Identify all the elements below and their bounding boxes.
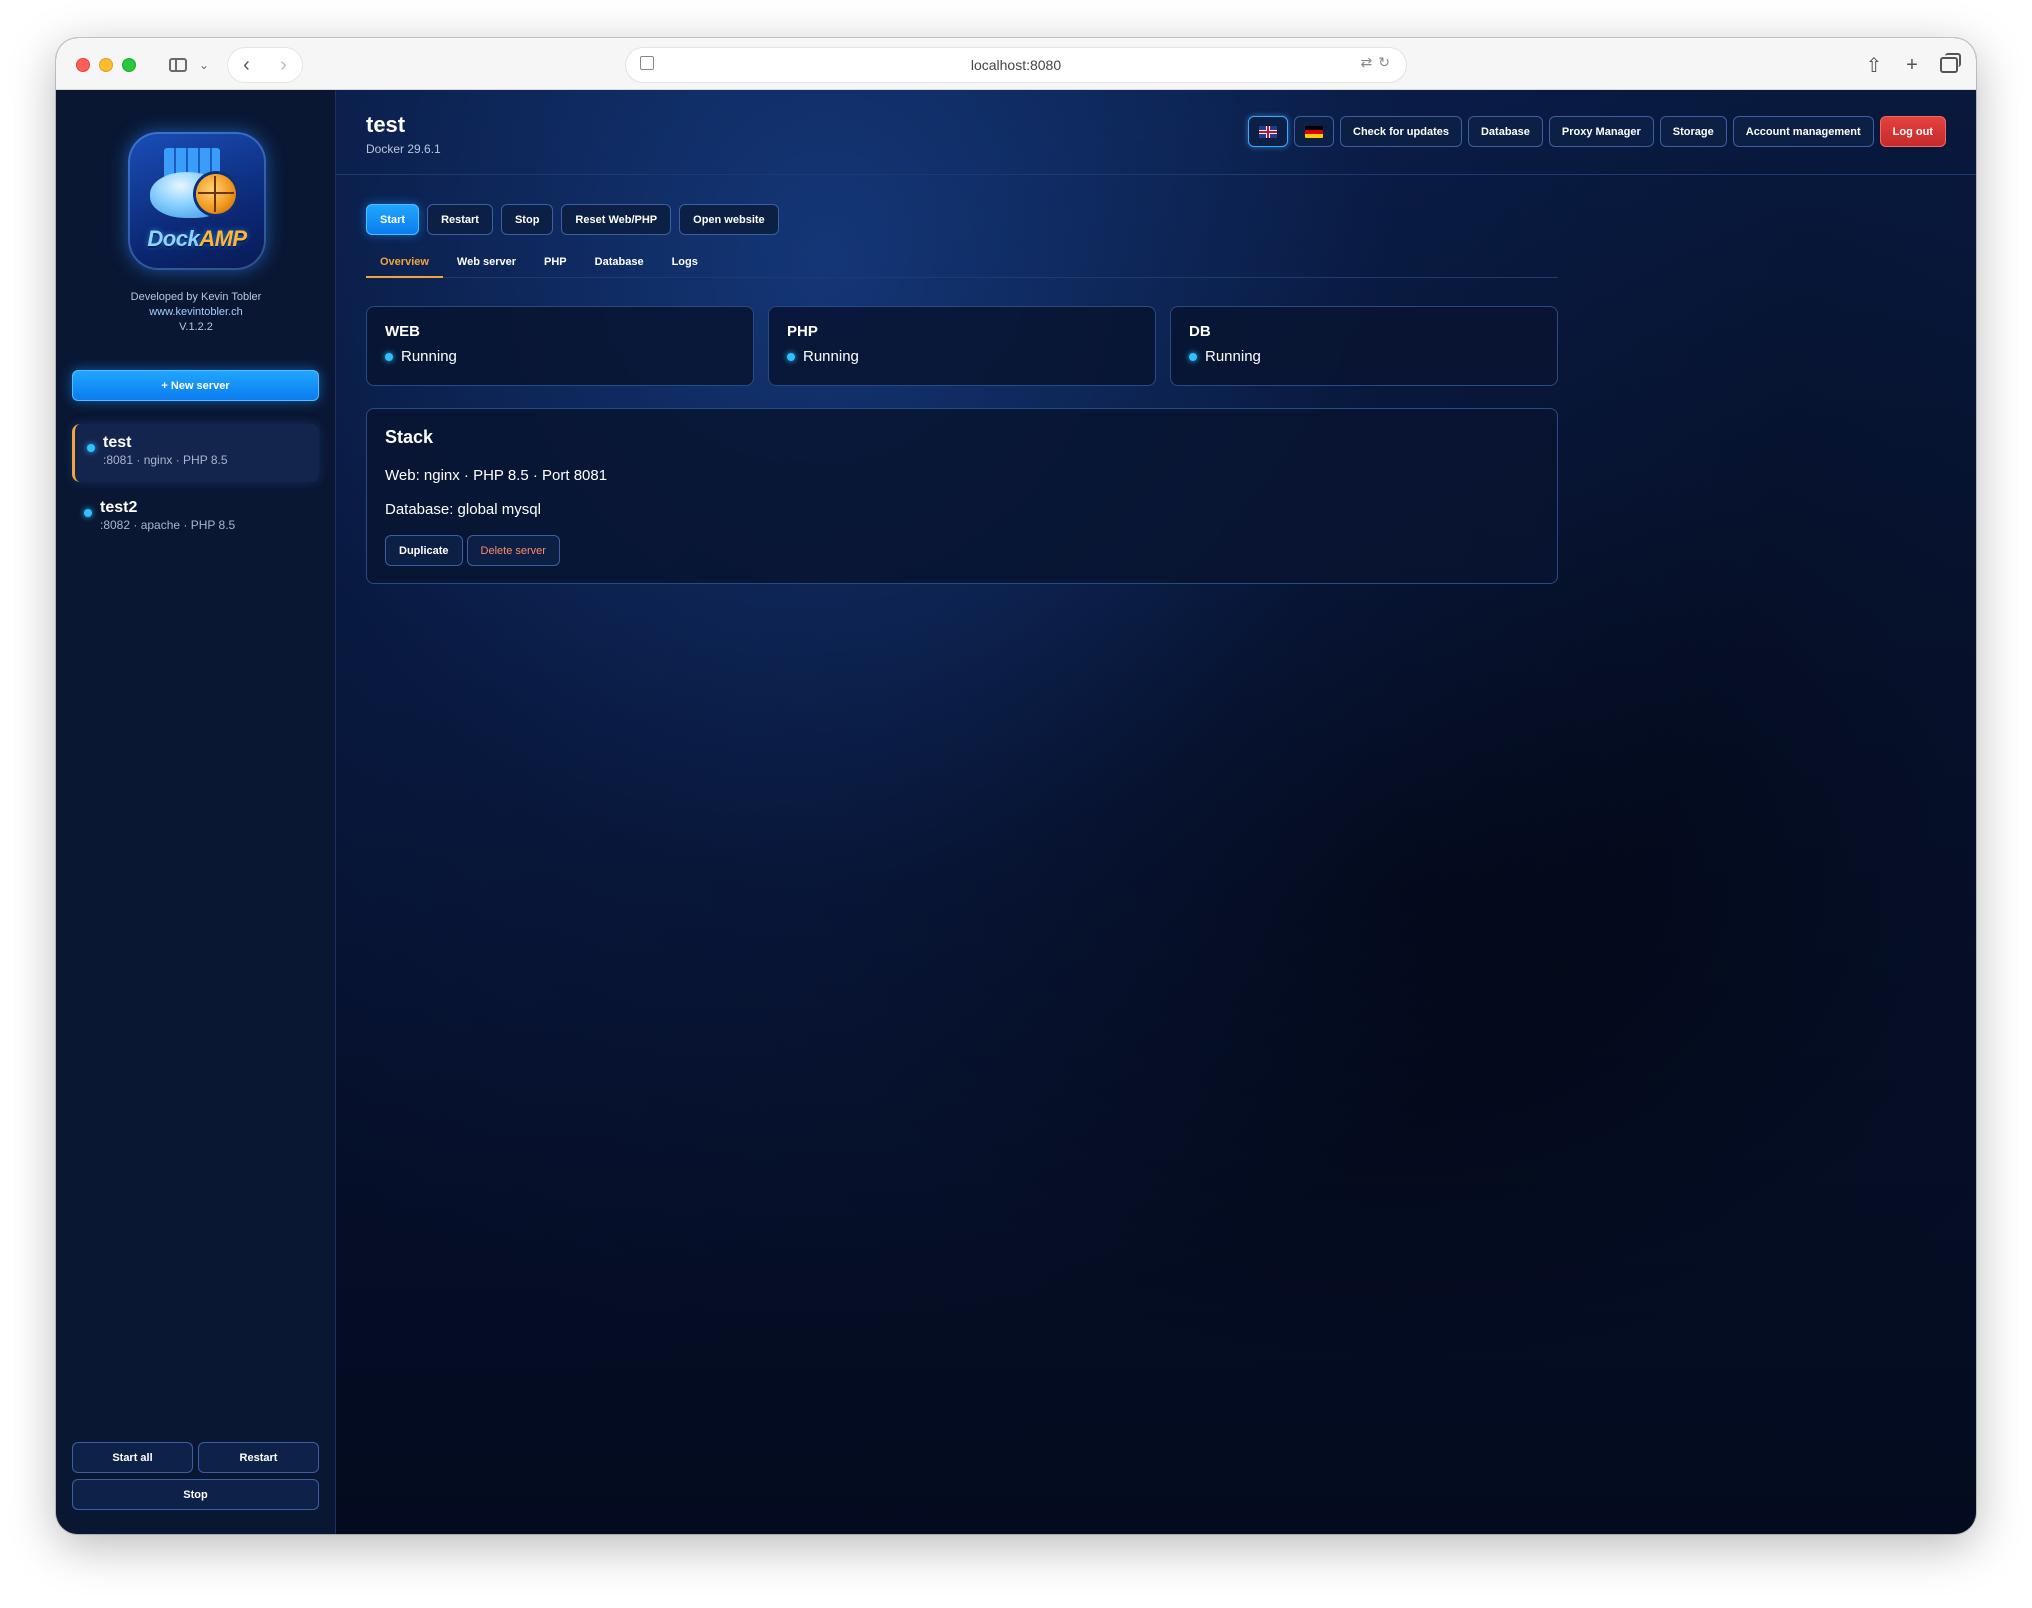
database-button[interactable]: Database xyxy=(1467,116,1543,147)
server-name: test2 xyxy=(100,499,138,516)
tab-overview-icon[interactable] xyxy=(1940,53,1961,73)
proxy-manager-button[interactable]: Proxy Manager xyxy=(1548,116,1654,147)
app-version: V.1.2.2 xyxy=(179,321,213,333)
logo-wordmark: DockAMP xyxy=(147,226,247,251)
running-status-dot xyxy=(1189,352,1197,361)
url-text: localhost:8080 xyxy=(970,57,1062,73)
uk-flag-icon xyxy=(1259,125,1278,138)
running-status-dot xyxy=(385,352,393,361)
running-status-dot xyxy=(787,352,795,361)
share-icon[interactable]: ⇧ xyxy=(1864,53,1884,78)
status-card-db: DB Running xyxy=(1170,306,1558,386)
status-indicator: Running xyxy=(1189,348,1539,365)
history-navigation: ‹ › xyxy=(228,48,302,82)
stack-database-info: Database: global mysql xyxy=(385,501,541,518)
server-item-test2[interactable]: test2 :8082 · apache · PHP 8.5 xyxy=(72,489,319,547)
address-bar[interactable]: localhost:8080 ⇄↻ xyxy=(626,48,1406,82)
developer-website-link[interactable]: www.kevintobler.ch xyxy=(56,305,336,320)
header-toolbar: Check for updates Database Proxy Manager… xyxy=(1248,116,1946,147)
status-text: Running xyxy=(401,348,457,365)
tab-overview[interactable]: Overview xyxy=(366,254,443,278)
running-status-dot xyxy=(87,444,95,452)
sidebar-icon xyxy=(168,58,187,72)
browser-window: ⌄ ‹ › localhost:8080 ⇄↻ ⇧ + DockAMP Deve… xyxy=(56,38,1976,1534)
language-german-button[interactable] xyxy=(1294,116,1335,147)
new-server-button[interactable]: + New server xyxy=(72,370,319,401)
status-indicator: Running xyxy=(787,348,1137,365)
server-actions: Start Restart Stop Reset Web/PHP Open we… xyxy=(366,204,779,235)
server-name: test xyxy=(103,434,132,451)
browser-toolbar: ⌄ ‹ › localhost:8080 ⇄↻ ⇧ + xyxy=(56,38,1976,90)
stack-title: Stack xyxy=(385,427,434,447)
tab-logs[interactable]: Logs xyxy=(658,254,712,278)
sidebar-toggle-button[interactable]: ⌄ xyxy=(158,50,220,80)
server-meta: :8081 · nginx · PHP 8.5 xyxy=(103,453,228,467)
stack-card: Stack Web: nginx · PHP 8.5 · Port 8081 D… xyxy=(366,408,1558,584)
check-updates-button[interactable]: Check for updates xyxy=(1340,116,1462,147)
globe-icon xyxy=(196,174,236,214)
status-text: Running xyxy=(803,348,859,365)
account-management-button[interactable]: Account management xyxy=(1732,116,1874,147)
forward-icon[interactable]: › xyxy=(280,54,287,77)
stop-button[interactable]: Stop xyxy=(500,204,554,235)
app: DockAMP Developed by Kevin Tobler www.ke… xyxy=(56,90,1976,1534)
stack-web-info: Web: nginx · PHP 8.5 · Port 8081 xyxy=(385,467,608,484)
status-card-web: WEB Running xyxy=(366,306,754,386)
stack-actions: Duplicate Delete server xyxy=(385,535,560,566)
page-settings-icon[interactable] xyxy=(640,56,654,70)
dockamp-logo: DockAMP xyxy=(128,132,266,270)
status-indicator: Running xyxy=(385,348,735,365)
stop-all-button[interactable]: Stop xyxy=(72,1479,319,1510)
storage-button[interactable]: Storage xyxy=(1659,116,1727,147)
tab-web-server[interactable]: Web server xyxy=(443,254,530,278)
status-text: Running xyxy=(1205,348,1261,365)
docker-version: Docker 29.6.1 xyxy=(366,142,441,156)
new-tab-icon[interactable]: + xyxy=(1902,54,1922,77)
open-website-button[interactable]: Open website xyxy=(679,204,779,235)
server-item-test[interactable]: test :8081 · nginx · PHP 8.5 xyxy=(72,424,319,482)
duplicate-button[interactable]: Duplicate xyxy=(385,535,463,566)
restart-button[interactable]: Restart xyxy=(427,204,493,235)
start-button[interactable]: Start xyxy=(366,204,420,235)
translate-reload-icons[interactable]: ⇄↻ xyxy=(1361,54,1396,71)
back-icon[interactable]: ‹ xyxy=(243,54,250,77)
logout-button[interactable]: Log out xyxy=(1879,116,1946,147)
developer-credit: Developed by Kevin Tobler xyxy=(130,291,262,303)
sidebar: DockAMP Developed by Kevin Tobler www.ke… xyxy=(56,90,336,1534)
server-meta: :8082 · apache · PHP 8.5 xyxy=(100,518,236,532)
browser-actions: ⇧ + xyxy=(1864,50,1961,80)
reset-web-php-button[interactable]: Reset Web/PHP xyxy=(561,204,672,235)
tab-database[interactable]: Database xyxy=(581,254,658,278)
status-card-title: DB xyxy=(1189,323,1211,340)
header-divider xyxy=(336,174,1976,175)
running-status-dot xyxy=(84,509,92,517)
language-english-button[interactable] xyxy=(1248,116,1289,147)
status-card-title: PHP xyxy=(787,323,818,340)
start-all-button[interactable]: Start all xyxy=(72,1442,193,1473)
minimize-window-button[interactable] xyxy=(99,58,113,72)
page-title: test xyxy=(366,112,406,137)
tab-php[interactable]: PHP xyxy=(530,254,581,278)
close-window-button[interactable] xyxy=(76,58,90,72)
delete-server-button[interactable]: Delete server xyxy=(466,535,560,566)
chevron-down-icon: ⌄ xyxy=(198,58,210,72)
restart-all-button[interactable]: Restart xyxy=(198,1442,319,1473)
server-tabs: Overview Web server PHP Database Logs xyxy=(366,254,1558,278)
german-flag-icon xyxy=(1305,125,1324,138)
status-card-php: PHP Running xyxy=(768,306,1156,386)
credits: Developed by Kevin Tobler www.kevintoble… xyxy=(56,290,336,335)
status-card-title: WEB xyxy=(385,323,420,340)
zoom-window-button[interactable] xyxy=(122,58,136,72)
main-content: test Docker 29.6.1 Check for updates Dat… xyxy=(336,90,1976,1534)
